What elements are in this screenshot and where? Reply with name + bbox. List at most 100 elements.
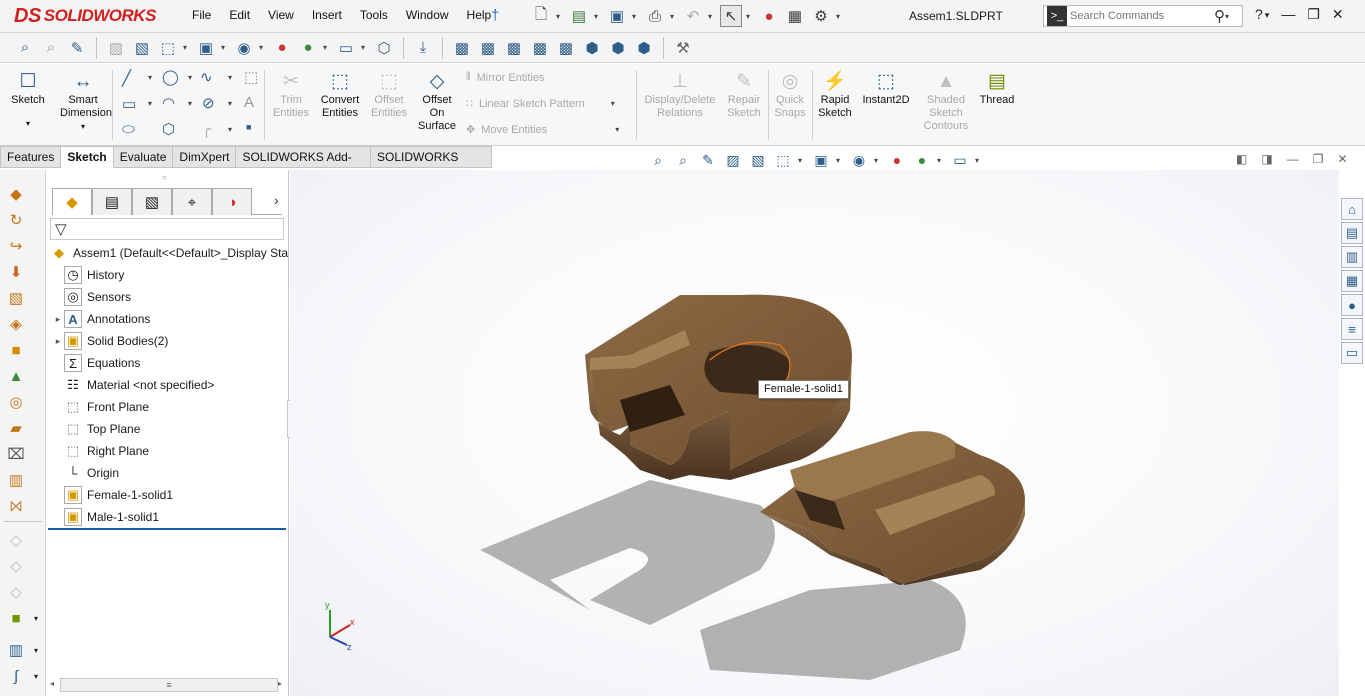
tree-item-origin[interactable]: └ Origin: [52, 462, 119, 484]
curves-icon[interactable]: ◇: [6, 556, 26, 576]
tree-root-assem1[interactable]: ◆ Assem1 (Default<<Default>_Display Sta: [50, 242, 288, 264]
chevron-down-icon[interactable]: ▾: [188, 73, 192, 82]
chevron-down-icon[interactable]: ▾: [34, 672, 38, 681]
tab-dimxpert[interactable]: DimXpert: [173, 146, 237, 168]
3d-view-icon[interactable]: ⬡: [373, 37, 395, 59]
move-entities-button[interactable]: ✥ Move Entities ▾: [466, 123, 619, 137]
trimetric-view-icon[interactable]: ⬢: [607, 37, 629, 59]
text-icon[interactable]: A: [244, 94, 254, 111]
tree-item-top-plane[interactable]: ⬚ Top Plane: [52, 418, 141, 440]
chevron-down-icon[interactable]: ▾: [34, 646, 38, 655]
appearances-scenes-icon[interactable]: ●: [1341, 294, 1363, 316]
rollback-bar[interactable]: [48, 528, 286, 530]
fillet-feature-icon[interactable]: ■: [6, 340, 26, 360]
tree-item-female-body[interactable]: ▣ Female-1-solid1: [52, 484, 173, 506]
edit-appearance-icon[interactable]: ●: [887, 150, 907, 170]
zoom-to-fit-icon[interactable]: ⌕: [648, 150, 668, 170]
collapse-left-icon[interactable]: ◧: [1236, 152, 1247, 166]
solidworks-logo[interactable]: DS SOLIDWORKS: [14, 4, 156, 28]
chevron-down-icon[interactable]: ▾: [975, 156, 983, 165]
tree-item-material[interactable]: ☷ Material <not specified>: [52, 374, 214, 396]
tab-solidworks-add-ins[interactable]: SOLIDWORKS Add-Ins: [236, 146, 372, 185]
chevron-down-icon[interactable]: ▾: [798, 156, 806, 165]
zoom-to-area-icon[interactable]: ⌕: [673, 150, 693, 170]
rapid-sketch-button[interactable]: ⚡ Rapid Sketch: [816, 68, 854, 120]
new-document-icon[interactable]: 🗋: [530, 5, 552, 27]
previous-view-icon[interactable]: ✎: [66, 37, 88, 59]
draft-icon[interactable]: ▰: [6, 418, 26, 438]
chevron-down-icon[interactable]: ▾: [228, 125, 232, 134]
apply-scene-icon[interactable]: ●: [912, 150, 932, 170]
collapse-right-icon[interactable]: ◨: [1261, 152, 1272, 166]
shell-icon[interactable]: ▲: [6, 366, 26, 386]
offset-on-surface-button[interactable]: ◇ Offset On Surface: [416, 68, 458, 133]
mold-tools-icon[interactable]: ▥: [6, 640, 26, 660]
3d-model-viewport[interactable]: y x z: [290, 170, 1339, 696]
zoom-to-area-icon[interactable]: ⌕: [40, 37, 62, 59]
chevron-down-icon[interactable]: ▾: [556, 12, 564, 21]
chevron-down-icon[interactable]: ▾: [1225, 12, 1233, 21]
rebuild-traffic-light-icon[interactable]: ●: [758, 5, 780, 27]
boundary-boss-icon[interactable]: ◈: [6, 314, 26, 334]
minimize-icon[interactable]: —: [1281, 6, 1295, 24]
arc-icon[interactable]: ◠: [162, 94, 175, 112]
menu-insert[interactable]: Insert: [303, 8, 351, 22]
reference-geometry-icon[interactable]: ◇: [6, 530, 26, 550]
view-palette-icon[interactable]: ▦: [1341, 270, 1363, 292]
save-icon[interactable]: ▣: [606, 5, 628, 27]
close-icon[interactable]: ✕: [1332, 6, 1344, 24]
fillet-icon[interactable]: ╭: [202, 120, 211, 138]
viewport-restore-icon[interactable]: ❐: [1313, 152, 1324, 166]
tab-display-manager[interactable]: ◑: [212, 188, 252, 215]
chevron-down-icon[interactable]: ▾: [148, 99, 152, 108]
chevron-down-icon[interactable]: ▾: [148, 73, 152, 82]
tree-item-history[interactable]: ◷ History: [52, 264, 124, 286]
chevron-down-icon[interactable]: ▾: [183, 43, 191, 52]
expand-arrow-icon[interactable]: ▸: [52, 314, 64, 325]
tab-evaluate[interactable]: Evaluate: [113, 146, 174, 168]
quick-snaps-button[interactable]: ◎ Quick Snaps: [772, 68, 808, 120]
hide-show-items-icon[interactable]: ◉: [849, 150, 869, 170]
construction-geometry-icon[interactable]: ⬚: [244, 68, 258, 86]
viewport-minimize-icon[interactable]: —: [1287, 152, 1299, 166]
options-gear-icon[interactable]: ⚙: [810, 5, 832, 27]
tree-item-annotations[interactable]: ▸ A Annotations: [52, 308, 150, 330]
delete-body-icon[interactable]: ⌧: [6, 444, 26, 464]
display-body-icon[interactable]: ■: [6, 608, 26, 628]
horizontal-scrollbar[interactable]: ≡: [60, 678, 278, 692]
combine-icon[interactable]: ▥: [6, 470, 26, 490]
panel-grip-icon[interactable]: ○: [162, 173, 167, 182]
pin-menu-icon[interactable]: †: [491, 7, 499, 24]
instant2d-button[interactable]: ⬚ Instant2D: [860, 68, 912, 107]
view-orientation-icon[interactable]: ⬚: [157, 37, 179, 59]
normal-to-icon[interactable]: ⤓: [412, 37, 434, 59]
view-settings-icon[interactable]: ▭: [335, 37, 357, 59]
print-icon[interactable]: ⎙: [644, 5, 666, 27]
tree-item-solid-bodies[interactable]: ▸ ▣ Solid Bodies(2): [52, 330, 168, 352]
tab-property-manager[interactable]: ▤: [92, 188, 132, 215]
chevron-down-icon[interactable]: ▾: [228, 99, 232, 108]
chevron-down-icon[interactable]: ▾: [361, 43, 369, 52]
tab-features[interactable]: Features: [0, 146, 62, 168]
undo-icon[interactable]: ↶: [682, 5, 704, 27]
instant3d-icon[interactable]: ◇: [6, 582, 26, 602]
convert-entities-button[interactable]: ⬚ Convert Entities: [318, 68, 362, 120]
trim-entities-button[interactable]: ✂ Trim Entities: [270, 68, 312, 120]
swept-boss-icon[interactable]: ↪: [6, 236, 26, 256]
point-icon[interactable]: ■: [246, 122, 251, 132]
file-properties-icon[interactable]: ▦: [784, 5, 806, 27]
chevron-down-icon[interactable]: ▾: [632, 12, 640, 21]
previous-view-icon[interactable]: ✎: [698, 150, 718, 170]
chevron-down-icon[interactable]: ▾: [228, 73, 232, 82]
offset-entities-button[interactable]: ⬚ Offset Entities: [368, 68, 410, 120]
thread-button[interactable]: ▤ Thread: [976, 68, 1018, 107]
extruded-cut-icon[interactable]: ⬇: [6, 262, 26, 282]
extruded-boss-icon[interactable]: ◆: [6, 184, 26, 204]
line-icon[interactable]: ╱: [122, 69, 131, 87]
chevron-down-icon[interactable]: ▾: [836, 12, 844, 21]
menu-window[interactable]: Window: [397, 8, 458, 22]
polygon-icon[interactable]: ⬡: [162, 120, 175, 138]
slot-icon[interactable]: ⬭: [122, 121, 135, 138]
hide-show-items-icon[interactable]: ◉: [233, 37, 255, 59]
smart-dimension-button[interactable]: ↔ Smart Dimension ▾: [60, 68, 112, 133]
